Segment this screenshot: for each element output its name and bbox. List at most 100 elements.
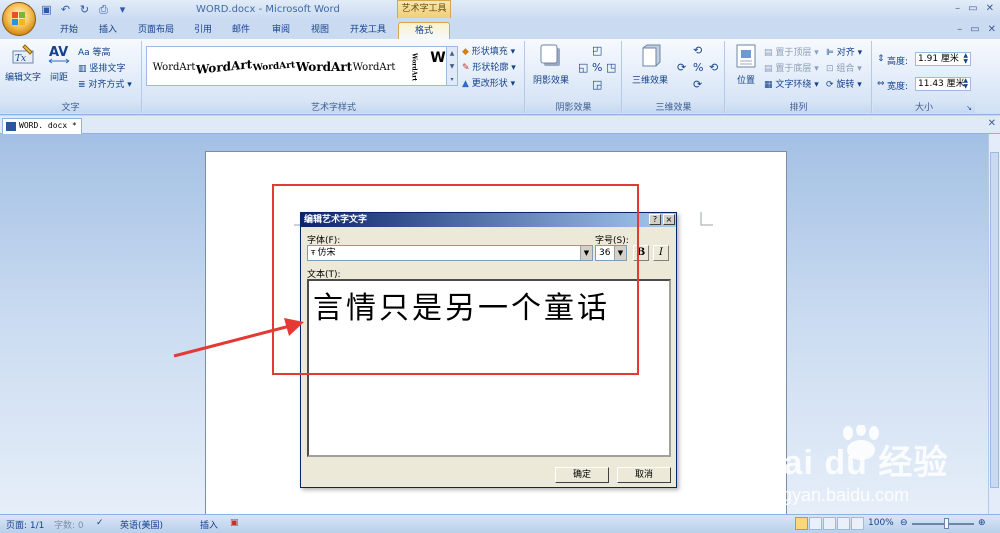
- wordart-style-1[interactable]: WordArt: [151, 51, 197, 83]
- width-spinner-icon[interactable]: ▲ ▼: [963, 78, 968, 90]
- tilt-down-icon[interactable]: ⟳: [693, 78, 702, 91]
- doc-close-icon[interactable]: ✕: [988, 24, 996, 35]
- edit-text-icon: Tx: [12, 44, 34, 64]
- close-icon[interactable]: ✕: [986, 3, 994, 14]
- tab-view[interactable]: 视图: [305, 22, 335, 39]
- tab-home[interactable]: 开始: [54, 22, 84, 39]
- wordart-style-2[interactable]: WordArt: [196, 49, 252, 86]
- language-indicator[interactable]: 英语(美国): [120, 518, 163, 531]
- position-button[interactable]: 位置: [732, 44, 760, 86]
- outline-view-icon[interactable]: [837, 517, 850, 530]
- full-screen-reading-icon[interactable]: [809, 517, 822, 530]
- rotate-button[interactable]: ⟳ 旋转 ▾: [826, 77, 862, 90]
- word-doc-icon: [6, 122, 16, 131]
- threed-effects-label: 三维效果: [631, 76, 668, 86]
- close-doc-tab-icon[interactable]: ✕: [988, 118, 996, 129]
- doc-restore-icon[interactable]: ▭: [970, 24, 979, 35]
- tab-review[interactable]: 审阅: [266, 22, 296, 39]
- quick-access-toolbar: ▣ ↶ ↻ ⎙ ▾: [40, 3, 129, 16]
- nudge-shadow-left-icon[interactable]: ◱: [578, 61, 588, 74]
- width-input[interactable]: 11.43 厘米 ▲ ▼: [915, 77, 971, 91]
- office-button[interactable]: [2, 2, 36, 36]
- group-objects-button[interactable]: ⊡ 组合 ▾: [826, 61, 862, 74]
- bring-to-front-button[interactable]: ▤ 置于顶层 ▾: [764, 45, 819, 58]
- insert-mode[interactable]: 插入: [200, 518, 218, 531]
- paint-bucket-icon: ◆: [462, 47, 472, 57]
- zoom-slider[interactable]: [912, 523, 974, 525]
- height-spinner-icon[interactable]: ▲ ▼: [963, 53, 968, 65]
- document-tab[interactable]: WORD. docx *: [2, 118, 82, 134]
- size-dialog-launcher-icon[interactable]: ↘: [966, 104, 972, 112]
- arrange-group: 位置 ▤ 置于顶层 ▾ ▤ 置于底层 ▾ ▦ 文字环绕 ▾ ⊫ 对齐 ▾ ⊡ 组…: [726, 41, 872, 113]
- send-to-back-button[interactable]: ▤ 置于底层 ▾: [764, 61, 819, 74]
- cancel-button[interactable]: 取消: [617, 467, 671, 483]
- scrollbar-thumb[interactable]: [990, 152, 999, 488]
- zoom-slider-thumb[interactable]: [944, 518, 949, 529]
- tilt-up-icon[interactable]: ⟲: [693, 44, 702, 57]
- nudge-shadow-up-icon[interactable]: ◰: [592, 44, 602, 57]
- draft-view-icon[interactable]: [851, 517, 864, 530]
- zoom-out-icon[interactable]: ⊖: [900, 518, 908, 528]
- zoom-in-icon[interactable]: ⊕: [978, 518, 986, 528]
- restore-icon[interactable]: ▭: [968, 3, 977, 14]
- vertical-text-button[interactable]: ▥ 竖排文字: [78, 61, 125, 74]
- gallery-down-icon[interactable]: ▼: [447, 60, 457, 73]
- italic-button[interactable]: I: [653, 245, 669, 261]
- zoom-level[interactable]: 100%: [868, 518, 894, 528]
- chevron-down-icon: ▾: [124, 80, 132, 90]
- gallery-scroll[interactable]: ▲ ▼ ▾: [446, 46, 458, 86]
- qat-dropdown-icon[interactable]: ▾: [116, 3, 129, 16]
- shadow-group-label: 阴影效果: [526, 100, 621, 113]
- shadow-effects-button[interactable]: 阴影效果: [530, 44, 572, 86]
- page-indicator[interactable]: 页面: 1/1: [6, 518, 44, 531]
- change-shape-button[interactable]: ▲ 更改形状 ▾: [462, 76, 515, 89]
- wordart-style-6[interactable]: WordArt: [399, 51, 429, 83]
- shape-outline-button[interactable]: ✎ 形状轮廓 ▾: [462, 60, 516, 73]
- even-height-button[interactable]: Aa 等高: [78, 45, 111, 58]
- text-wrap-button[interactable]: ▦ 文字环绕 ▾: [764, 77, 819, 90]
- align-text-button[interactable]: ≣ 对齐方式 ▾: [78, 77, 132, 90]
- margin-corner-right-icon: [700, 212, 713, 226]
- ok-button[interactable]: 确定: [555, 467, 609, 483]
- tab-developer[interactable]: 开发工具: [344, 22, 392, 39]
- tab-references[interactable]: 引用: [188, 22, 218, 39]
- doc-minimize-icon[interactable]: –: [957, 24, 962, 35]
- threed-group: 三维效果 ⟲ ⟳ % ⟲ ⟳ 三维效果: [623, 41, 725, 113]
- wordart-style-3[interactable]: WordArt: [250, 49, 298, 84]
- save-icon[interactable]: ▣: [40, 3, 53, 16]
- tab-page-layout[interactable]: 页面布局: [132, 22, 180, 39]
- shadow-toggle-icon[interactable]: %: [592, 61, 602, 74]
- align-objects-button[interactable]: ⊫ 对齐 ▾: [826, 45, 862, 58]
- wordart-styles-label: 艺术字样式: [143, 100, 524, 113]
- spell-check-icon[interactable]: ✓: [96, 518, 104, 528]
- spacing-button[interactable]: AV 间距: [44, 43, 74, 83]
- help-button[interactable]: ?: [649, 214, 661, 225]
- tab-insert[interactable]: 插入: [93, 22, 123, 39]
- print-preview-icon[interactable]: ⎙: [97, 3, 110, 16]
- edit-text-button[interactable]: Tx 编辑文字: [4, 43, 42, 83]
- tilt-left-icon[interactable]: ⟳: [677, 61, 686, 74]
- tab-format[interactable]: 格式: [398, 22, 450, 39]
- wordart-style-4[interactable]: WordArt: [296, 51, 352, 83]
- web-layout-icon[interactable]: [823, 517, 836, 530]
- nudge-shadow-right-icon[interactable]: ◳: [606, 61, 616, 74]
- shape-fill-button[interactable]: ◆ 形状填充 ▾: [462, 44, 515, 57]
- threed-effects-button[interactable]: 三维效果: [627, 44, 673, 86]
- print-layout-icon[interactable]: [795, 517, 808, 530]
- gallery-more-icon[interactable]: ▾: [447, 73, 457, 86]
- undo-icon[interactable]: ↶: [59, 3, 72, 16]
- word-count[interactable]: 字数: 0: [54, 518, 84, 531]
- vertical-scrollbar[interactable]: [988, 134, 1000, 514]
- wordart-style-5[interactable]: WordArt: [351, 51, 397, 83]
- dialog-close-button[interactable]: ×: [663, 214, 675, 225]
- tab-mailings[interactable]: 邮件: [226, 22, 256, 39]
- tilt-right-icon[interactable]: ⟲: [709, 61, 718, 74]
- macro-record-icon[interactable]: ▣: [230, 518, 239, 528]
- gallery-up-icon[interactable]: ▲: [447, 47, 457, 60]
- redo-icon[interactable]: ↻: [78, 3, 91, 16]
- minimize-icon[interactable]: –: [955, 3, 960, 14]
- nudge-shadow-down-icon[interactable]: ◲: [592, 78, 602, 91]
- height-input[interactable]: 1.91 厘米 ▲ ▼: [915, 52, 971, 66]
- shadow-box-icon: [540, 44, 560, 66]
- threed-toggle-icon[interactable]: %: [693, 61, 703, 74]
